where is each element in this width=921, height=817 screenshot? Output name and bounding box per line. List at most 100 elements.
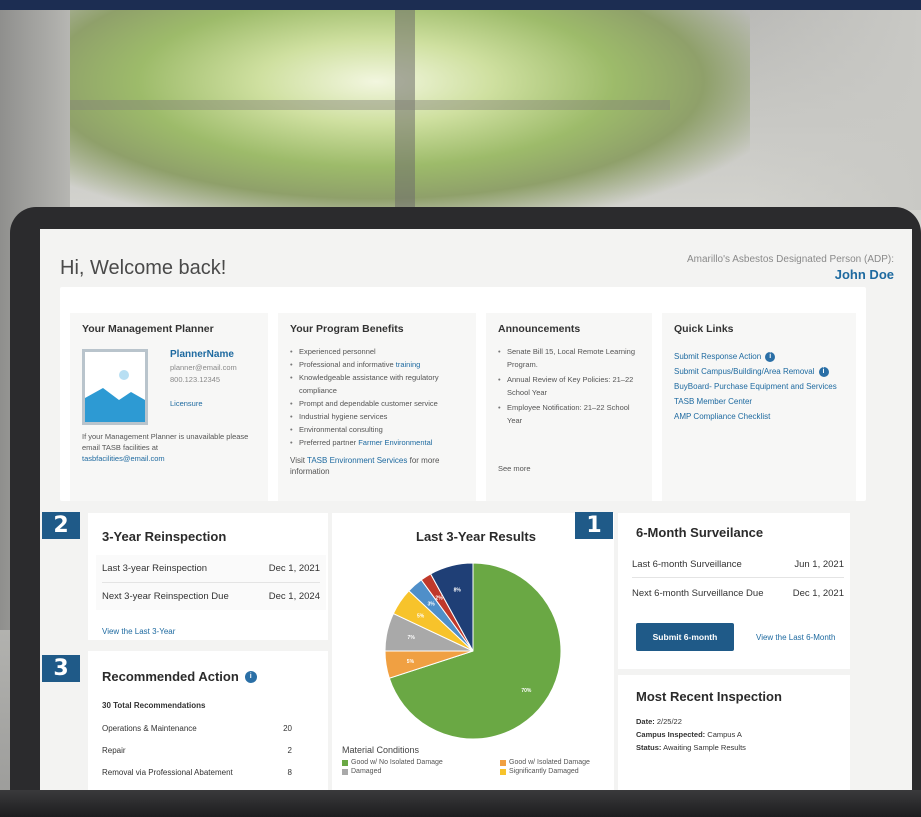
benefits-card: Your Program Benefits Experienced person… [278, 313, 476, 501]
quick-links-title: Quick Links [674, 323, 734, 335]
row-value: 2 [287, 745, 292, 755]
info-panel: Your Management Planner PlannerName plan… [60, 287, 866, 501]
legend-swatch [342, 759, 348, 766]
info-icon[interactable]: i [818, 366, 829, 377]
view-last-6-month-link[interactable]: View the Last 6-Month [756, 633, 835, 642]
recommended-table: Operations & Maintenance 20 Repair 2 Rem… [102, 717, 292, 783]
surveillance-title: 6-Month Surveilance [636, 525, 764, 540]
visit-link[interactable]: TASB Environment Services [307, 456, 407, 465]
benefit-item: Knowledgeable assistance with regulatory… [290, 371, 464, 397]
chart-title: Last 3-Year Results [416, 529, 536, 544]
adp-name[interactable]: John Doe [835, 267, 894, 282]
window-frame [70, 100, 670, 110]
inspection-status: Status: Awaiting Sample Results [636, 743, 746, 752]
inspection-campus: Campus Inspected: Campus A [636, 730, 742, 739]
legend-title: Material Conditions [342, 745, 420, 755]
benefit-text: Professional and informative [299, 360, 394, 369]
quick-link-label[interactable]: BuyBoard- Purchase Equipment and Service… [674, 379, 837, 394]
benefit-text: Experienced personnel [299, 347, 376, 356]
benefit-link[interactable]: training [396, 360, 421, 369]
table-row: Last 3-year Reinspection Dec 1, 2021 [102, 555, 320, 582]
inspection-details: Date: 2/25/22 Campus Inspected: Campus A… [636, 715, 746, 754]
planner-photo-icon [82, 349, 148, 425]
row-label: Removal via Professional Abatement [102, 767, 233, 777]
quick-link[interactable]: Submit Response Action i [674, 349, 844, 364]
planner-note: If your Management Planner is unavailabl… [82, 431, 262, 464]
announcement-item[interactable]: Employee Notification: 21–22 School Year [498, 401, 640, 427]
benefit-text: Industrial hygiene services [299, 412, 388, 421]
benefits-list: Experienced personnel Professional and in… [290, 345, 464, 449]
legend-label: Good w/ Isolated Damage [509, 759, 590, 766]
announcement-item[interactable]: Annual Review of Key Policies: 21–22 Sch… [498, 373, 640, 399]
recommended-title: Recommended Action i [102, 669, 257, 684]
row-value: Dec 1, 2021 [792, 587, 844, 599]
quick-link[interactable]: TASB Member Center [674, 394, 844, 409]
planner-name[interactable]: PlannerName [170, 349, 234, 360]
submit-6-month-button[interactable]: Submit 6-month [636, 623, 734, 651]
legend-item: Damaged [342, 768, 381, 775]
top-bar [0, 0, 921, 10]
laptop-base [0, 790, 921, 817]
info-icon[interactable]: i [765, 351, 776, 362]
row-label: Operations & Maintenance [102, 723, 197, 733]
reinspection-title: 3-Year Reinspection [102, 529, 227, 544]
row-value: 20 [283, 723, 292, 733]
see-more-link[interactable]: See more [498, 463, 531, 474]
surveillance-panel: 6-Month Surveilance Last 6-month Surveil… [618, 513, 850, 669]
info-icon[interactable]: i [244, 670, 257, 683]
planner-phone: 800.123.12345 [170, 375, 221, 384]
table-row: Next 3-year Reinspection Due Dec 1, 2024 [102, 583, 320, 610]
quick-link[interactable]: BuyBoard- Purchase Equipment and Service… [674, 379, 844, 394]
quick-link[interactable]: Submit Campus/Building/Area Removal i [674, 364, 844, 379]
legend-swatch [342, 768, 348, 775]
benefit-item: Experienced personnel [290, 345, 464, 358]
recommended-title-text: Recommended Action [102, 669, 239, 684]
quick-link-label[interactable]: AMP Compliance Checklist [674, 409, 770, 424]
step-badge-1: 1 [575, 512, 613, 539]
reinspection-panel: 3-Year Reinspection Last 3-year Reinspec… [88, 513, 328, 640]
licensure-link[interactable]: Licensure [170, 399, 203, 408]
inspection-panel: Most Recent Inspection Date: 2/25/22 Cam… [618, 675, 850, 790]
step-badge-2: 2 [42, 512, 80, 539]
benefit-item: Prompt and dependable customer service [290, 397, 464, 410]
row-label: Next 6-month Surveillance Due [632, 587, 764, 599]
legend-label: Good w/ No Isolated Damage [351, 759, 443, 766]
benefit-text: Environmental consulting [299, 425, 383, 434]
benefit-item: Preferred partner Farmer Environmental [290, 436, 464, 449]
dashboard-screen: Hi, Welcome back! Amarillo's Asbestos De… [40, 229, 912, 790]
reinspection-table: Last 3-year Reinspection Dec 1, 2021 Nex… [96, 555, 326, 610]
quick-link-label[interactable]: Submit Campus/Building/Area Removal [674, 364, 815, 379]
planner-email: planner@email.com [170, 363, 237, 372]
window-frame [395, 10, 415, 210]
benefit-link[interactable]: Farmer Environmental [358, 438, 432, 447]
benefits-title: Your Program Benefits [290, 323, 404, 335]
legend-item: Good w/ No Isolated Damage [342, 759, 443, 766]
row-value: Jun 1, 2021 [794, 558, 844, 570]
pie-slice-label: 7% [408, 635, 416, 641]
quick-link-label[interactable]: TASB Member Center [674, 394, 752, 409]
announcements-title: Announcements [498, 323, 581, 335]
row-label: Last 6-month Surveillance [632, 558, 742, 570]
benefit-item: Professional and informative training [290, 358, 464, 371]
quick-link[interactable]: AMP Compliance Checklist [674, 409, 844, 424]
announcement-item[interactable]: Senate Bill 15, Local Remote Learning Pr… [498, 345, 640, 371]
surveillance-table: Last 6-month Surveillance Jun 1, 2021 Ne… [630, 551, 846, 608]
pie-slice-label: 5% [407, 659, 415, 665]
benefits-visit: Visit TASB Environment Services for more… [290, 455, 464, 477]
pie-slice-label: 5% [417, 613, 425, 619]
page-title: Hi, Welcome back! [60, 257, 227, 279]
inspection-title: Most Recent Inspection [636, 689, 782, 704]
benefit-item: Environmental consulting [290, 423, 464, 436]
view-last-3-year-link[interactable]: View the Last 3-Year [102, 627, 175, 636]
row-label: Last 3-year Reinspection [102, 563, 208, 574]
background-wall [751, 10, 921, 210]
step-badge-3: 3 [42, 655, 80, 682]
pie-slice-label: 2% [435, 596, 443, 602]
row-label: Repair [102, 745, 126, 755]
benefit-text: Preferred partner [299, 438, 357, 447]
planner-note-email[interactable]: tasbfacilities@email.com [82, 454, 165, 463]
planner-card: Your Management Planner PlannerName plan… [70, 313, 268, 501]
quick-link-label[interactable]: Submit Response Action [674, 349, 761, 364]
table-row: Next 6-month Surveillance Due Dec 1, 202… [632, 578, 844, 608]
legend-item: Good w/ Isolated Damage [500, 759, 590, 766]
